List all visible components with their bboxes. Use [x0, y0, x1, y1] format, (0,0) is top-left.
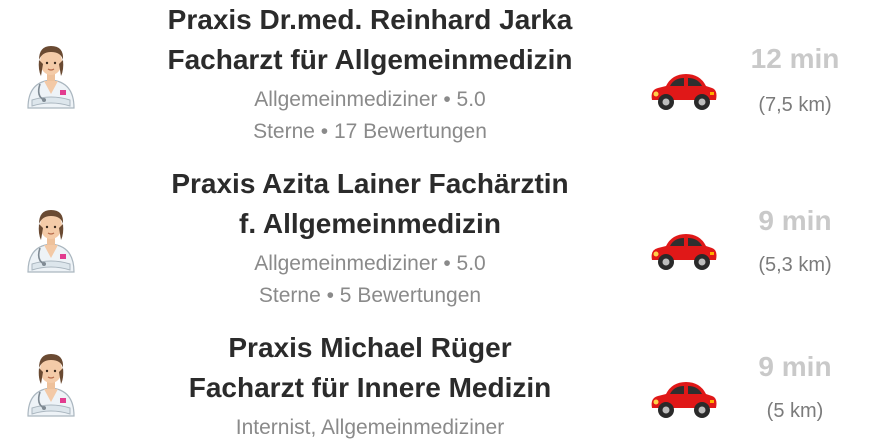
travel-time: 9 min — [758, 205, 832, 236]
doctor-icon — [22, 204, 80, 274]
travel-distance: (5 km) — [766, 400, 824, 422]
result-info: Praxis Michael Rüger Facharzt für Innere… — [120, 328, 620, 444]
practice-meta-line2: Sterne • 17 Bewertungen — [253, 120, 487, 143]
result-item[interactable]: Praxis Dr.med. Reinhard Jarka Facharzt f… — [0, 0, 880, 160]
car-icon — [646, 374, 720, 422]
practice-meta-line1: Allgemeinmediziner • 5.0 — [254, 88, 486, 111]
result-item[interactable]: Praxis Michael Rüger Facharzt für Innere… — [0, 328, 880, 448]
travel-time: 12 min — [750, 43, 840, 74]
practice-name-line1: Praxis Michael Rüger — [228, 332, 512, 363]
car-icon — [646, 66, 720, 114]
practice-meta-line1: Internist, Allgemeinmediziner — [235, 416, 505, 439]
travel-distance: (5,3 km) — [758, 254, 832, 276]
doctor-icon — [22, 348, 80, 418]
doctor-icon — [22, 40, 80, 110]
result-info: Praxis Azita Lainer Fachärztin f. Allgem… — [120, 164, 620, 312]
result-info: Praxis Dr.med. Reinhard Jarka Facharzt f… — [120, 0, 620, 148]
practice-name-line1: Praxis Dr.med. Reinhard Jarka — [167, 4, 573, 35]
car-icon — [646, 226, 720, 274]
practice-name-line2: Facharzt für Allgemeinmedizin — [167, 44, 573, 75]
practice-name-line1: Praxis Azita Lainer Fachärztin — [171, 168, 569, 199]
practice-name-line2: f. Allgemeinmedizin — [239, 208, 501, 239]
result-item[interactable]: Praxis Azita Lainer Fachärztin f. Allgem… — [0, 164, 880, 324]
travel-distance: (7,5 km) — [758, 94, 832, 116]
practice-meta-line2: Sterne • 5 Bewertungen — [258, 284, 482, 307]
practice-meta-line1: Allgemeinmediziner • 5.0 — [254, 252, 486, 275]
travel-time: 9 min — [758, 351, 832, 382]
practice-name-line2: Facharzt für Innere Medizin — [188, 372, 552, 403]
